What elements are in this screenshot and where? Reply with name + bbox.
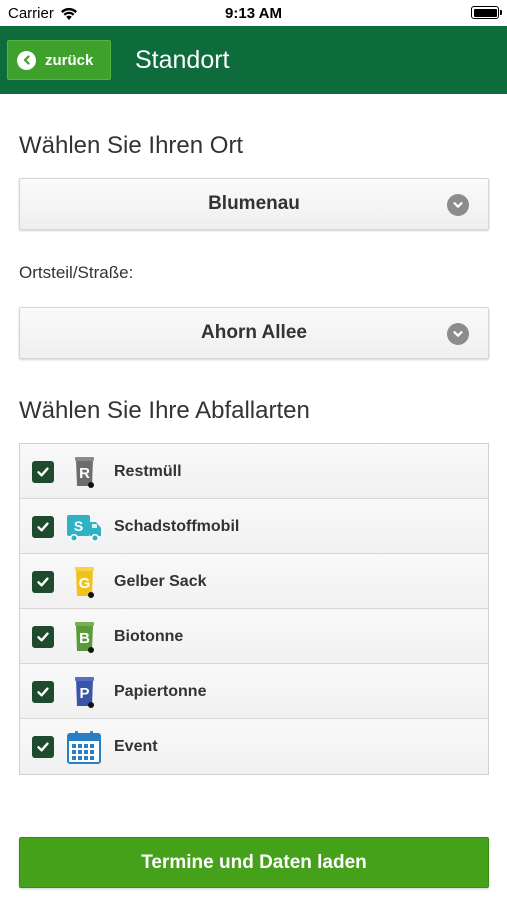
truck-icon: S xyxy=(67,515,101,543)
bio-bin-icon: B xyxy=(75,622,94,653)
gelber-sack-checkbox[interactable] xyxy=(32,571,54,593)
schadstoffmobil-icon-letter: S xyxy=(74,518,83,534)
status-right xyxy=(471,6,502,19)
chevron-left-icon xyxy=(17,50,36,70)
navigation-bar: zurück Standort xyxy=(0,26,507,94)
restmuell-label: Restmüll xyxy=(114,463,182,480)
waste-type-row-event[interactable]: Event xyxy=(20,719,488,774)
page-title: Standort xyxy=(135,46,230,74)
place-select-value: Blumenau xyxy=(208,193,300,214)
back-button-label: zurück xyxy=(45,51,94,69)
waste-types-heading: Wählen Sie Ihre Abfallarten xyxy=(19,397,310,424)
waste-type-row-restmuell[interactable]: R Restmüll xyxy=(20,444,488,499)
restmuell-bin-icon: R xyxy=(75,457,94,488)
load-data-button[interactable]: Termine und Daten laden xyxy=(19,837,489,888)
biotonne-label: Biotonne xyxy=(114,628,184,645)
waste-type-list: R Restmüll S Schadstoffmobil G Gelber Sa… xyxy=(19,443,489,775)
papiertonne-label: Papiertonne xyxy=(114,683,207,700)
schadstoffmobil-label: Schadstoffmobil xyxy=(114,518,240,535)
paper-bin-icon: P xyxy=(75,677,94,708)
gelber-sack-icon-letter: G xyxy=(79,575,91,592)
yellow-bin-icon: G xyxy=(75,567,94,598)
location-heading: Wählen Sie Ihren Ort xyxy=(19,132,244,159)
waste-type-row-gelber-sack[interactable]: G Gelber Sack xyxy=(20,554,488,609)
district-label: Ortsteil/Straße: xyxy=(19,263,134,282)
gelber-sack-label: Gelber Sack xyxy=(114,573,207,590)
event-checkbox[interactable] xyxy=(32,736,54,758)
place-select[interactable]: Blumenau xyxy=(19,178,489,230)
status-time: 9:13 AM xyxy=(225,5,282,22)
papiertonne-icon-letter: P xyxy=(79,685,89,702)
waste-type-row-biotonne[interactable]: B Biotonne xyxy=(20,609,488,664)
district-select[interactable]: Ahorn Allee xyxy=(19,307,489,359)
district-select-value: Ahorn Allee xyxy=(201,322,307,343)
waste-type-row-schadstoffmobil[interactable]: S Schadstoffmobil xyxy=(20,499,488,554)
battery-icon xyxy=(471,6,502,19)
schadstoffmobil-checkbox[interactable] xyxy=(32,516,54,538)
papiertonne-checkbox[interactable] xyxy=(32,681,54,703)
status-bar: Carrier 9:13 AM xyxy=(0,0,507,26)
restmuell-checkbox[interactable] xyxy=(32,461,54,483)
chevron-down-icon xyxy=(447,323,469,345)
biotonne-checkbox[interactable] xyxy=(32,626,54,648)
chevron-down-icon xyxy=(447,194,469,216)
restmuell-icon-letter: R xyxy=(79,465,90,482)
waste-type-row-papiertonne[interactable]: P Papiertonne xyxy=(20,664,488,719)
biotonne-icon-letter: B xyxy=(79,630,90,647)
event-label: Event xyxy=(114,738,158,755)
calendar-icon xyxy=(67,731,101,764)
back-button[interactable]: zurück xyxy=(7,40,111,80)
